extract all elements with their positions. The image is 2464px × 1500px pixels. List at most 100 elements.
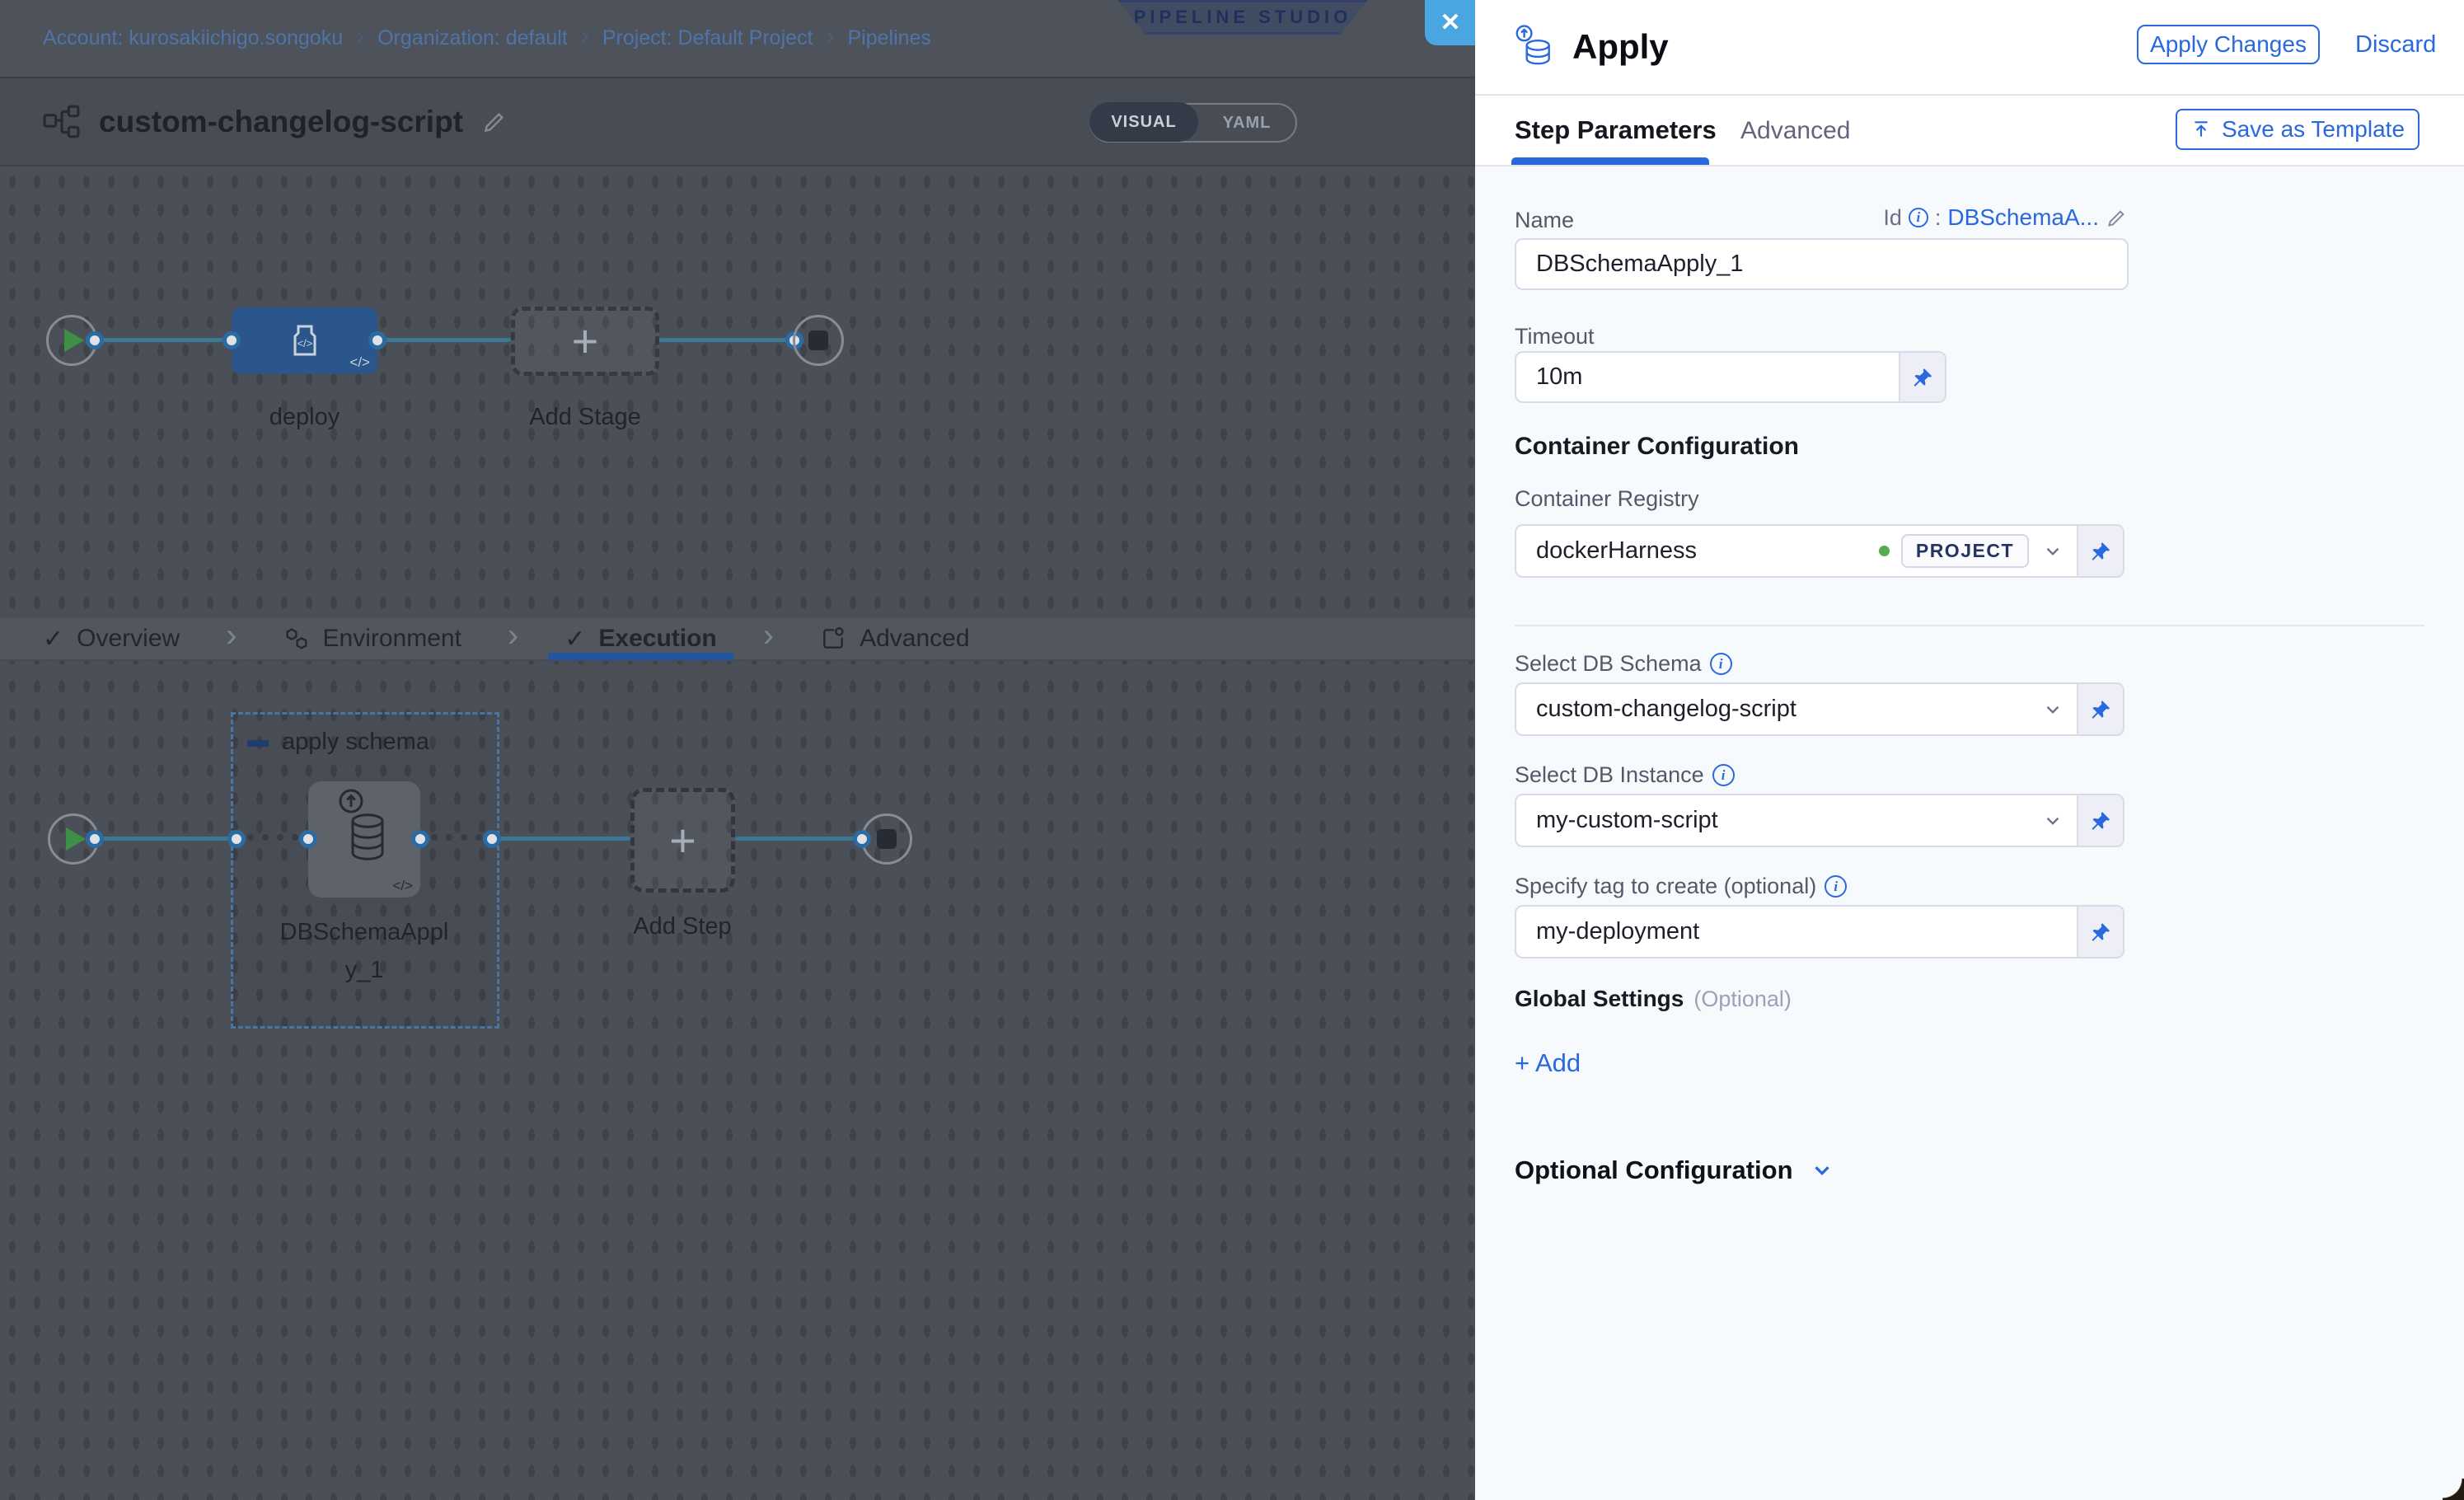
tab-separator-icon: › — [226, 617, 237, 654]
scope-badge[interactable]: PROJECT — [1901, 534, 2029, 568]
name-label: Name — [1515, 208, 1574, 233]
pin-icon — [2089, 540, 2112, 563]
container-registry-value: dockerHarness — [1536, 537, 1697, 565]
discard-button[interactable]: Discard — [2355, 31, 2436, 59]
tab-advanced[interactable]: Advanced — [820, 617, 969, 660]
stage-end-node — [793, 315, 844, 366]
drawer-title: Apply — [1572, 27, 1669, 67]
tab-advanced-label: Advanced — [860, 625, 969, 653]
chevron-down-icon[interactable] — [2042, 810, 2063, 832]
step-group-label: apply schema — [282, 729, 429, 756]
tab-step-parameters[interactable]: Step Parameters — [1515, 115, 1717, 145]
edit-pipeline-name-icon[interactable] — [481, 109, 508, 135]
pin-input-type-button[interactable] — [2077, 795, 2123, 846]
node-port — [223, 331, 241, 349]
pipeline-title-row: custom-changelog-script VISUAL YAML — [0, 77, 1475, 166]
node-port — [368, 331, 386, 349]
save-as-template-label: Save as Template — [2222, 116, 2405, 143]
step-label-line2: y_1 — [251, 951, 477, 989]
db-instance-value: my-custom-script — [1536, 807, 1718, 834]
global-settings-row: Global Settings (Optional) — [1515, 986, 1792, 1012]
pin-input-type-button[interactable] — [1899, 353, 1945, 401]
global-settings-optional-label: (Optional) — [1693, 987, 1792, 1012]
tab-overview[interactable]: ✓ Overview — [43, 617, 180, 660]
node-port — [483, 830, 501, 848]
select-db-instance-label: Select DB Instance — [1515, 762, 1704, 788]
breadcrumb-account[interactable]: Account: kurosakiichigo.songoku — [43, 26, 343, 50]
pin-input-type-button[interactable] — [2077, 907, 2123, 957]
chevron-down-icon[interactable] — [2042, 541, 2063, 562]
svg-text:</>: </> — [297, 337, 312, 349]
timeout-input[interactable] — [1536, 353, 1899, 401]
global-settings-label: Global Settings — [1515, 986, 1684, 1012]
breadcrumb-separator-icon: › — [356, 22, 364, 50]
apply-changes-button[interactable]: Apply Changes — [2137, 25, 2320, 64]
tag-label-row: Specify tag to create (optional) i — [1515, 874, 1847, 899]
step-connector — [95, 837, 237, 841]
step-label: DBSchemaAppl y_1 — [251, 913, 477, 989]
stage-connector — [377, 338, 511, 342]
stage-node-deploy[interactable]: </> </> — [232, 307, 377, 374]
check-icon: ✓ — [43, 625, 63, 654]
chevron-down-icon[interactable] — [2042, 699, 2063, 720]
check-icon: ✓ — [564, 625, 585, 654]
stop-icon — [808, 330, 828, 350]
add-step-button[interactable]: + — [630, 788, 735, 893]
step-connector — [492, 837, 630, 841]
stop-icon — [877, 829, 897, 849]
info-icon[interactable]: i — [1710, 653, 1732, 675]
specify-tag-label: Specify tag to create (optional) — [1515, 874, 1816, 899]
breadcrumb-organization[interactable]: Organization: default — [377, 26, 568, 50]
node-port — [411, 830, 429, 848]
add-global-setting-button[interactable]: + Add — [1515, 1048, 1581, 1078]
pipeline-title: custom-changelog-script — [99, 105, 463, 139]
edit-id-icon[interactable] — [2106, 207, 2128, 229]
db-instance-select[interactable]: my-custom-script — [1515, 794, 2124, 847]
breadcrumb-separator-icon: › — [826, 22, 834, 50]
plus-icon: + — [572, 318, 599, 364]
collapse-group-icon[interactable] — [247, 740, 269, 747]
name-input[interactable] — [1515, 238, 2129, 290]
optional-configuration-label: Optional Configuration — [1515, 1155, 1793, 1185]
pin-input-type-button[interactable] — [2077, 684, 2123, 734]
info-icon[interactable]: i — [1825, 875, 1847, 898]
advanced-tab-icon — [820, 626, 846, 652]
active-tab-underline — [1511, 157, 1709, 165]
step-node-dbschemaapply[interactable]: </> — [308, 781, 420, 898]
screen-corner — [2443, 1479, 2464, 1500]
breadcrumb-project[interactable]: Project: Default Project — [602, 26, 813, 50]
tag-input[interactable] — [1536, 907, 2077, 957]
step-connector-dotted — [431, 834, 482, 841]
form-divider — [1515, 625, 2424, 626]
node-port — [299, 830, 317, 848]
timeout-label: Timeout — [1515, 324, 1595, 349]
info-icon[interactable]: i — [1909, 208, 1928, 227]
db-schema-select[interactable]: custom-changelog-script — [1515, 682, 2124, 736]
step-config-drawer: Apply Apply Changes Discard Step Paramet… — [1475, 0, 2464, 1500]
stage-tab-bar: ✓ Overview › Environment › ✓ Execution › — [0, 618, 1475, 661]
stage-connector — [658, 338, 794, 342]
toggle-yaml[interactable]: YAML — [1198, 114, 1295, 133]
db-schema-value: custom-changelog-script — [1536, 696, 1796, 723]
pin-input-type-button[interactable] — [2077, 526, 2123, 576]
tab-environment[interactable]: Environment — [283, 617, 461, 660]
container-configuration-heading: Container Configuration — [1515, 433, 1799, 461]
toggle-visual[interactable]: VISUAL — [1089, 102, 1198, 142]
close-drawer-button[interactable]: ✕ — [1425, 0, 1476, 45]
breadcrumb-pipelines[interactable]: Pipelines — [847, 26, 930, 50]
tab-separator-icon: › — [508, 617, 518, 654]
stage-connector — [95, 338, 232, 342]
container-registry-label: Container Registry — [1515, 486, 1699, 512]
pin-icon — [2089, 921, 2112, 944]
optional-configuration-toggle[interactable]: Optional Configuration — [1515, 1155, 1834, 1185]
id-label: Id — [1883, 205, 1902, 231]
container-registry-field[interactable]: dockerHarness PROJECT — [1515, 524, 2124, 578]
tab-execution[interactable]: ✓ Execution — [564, 617, 717, 660]
id-value[interactable]: DBSchemaA... — [1947, 204, 2099, 231]
tab-advanced-drawer[interactable]: Advanced — [1740, 117, 1850, 145]
info-icon[interactable]: i — [1712, 764, 1735, 786]
add-stage-button[interactable]: + — [511, 307, 659, 376]
id-row: Id i : DBSchemaA... — [1883, 204, 2128, 231]
save-as-template-button[interactable]: Save as Template — [2176, 109, 2419, 150]
tab-environment-label: Environment — [323, 625, 461, 653]
